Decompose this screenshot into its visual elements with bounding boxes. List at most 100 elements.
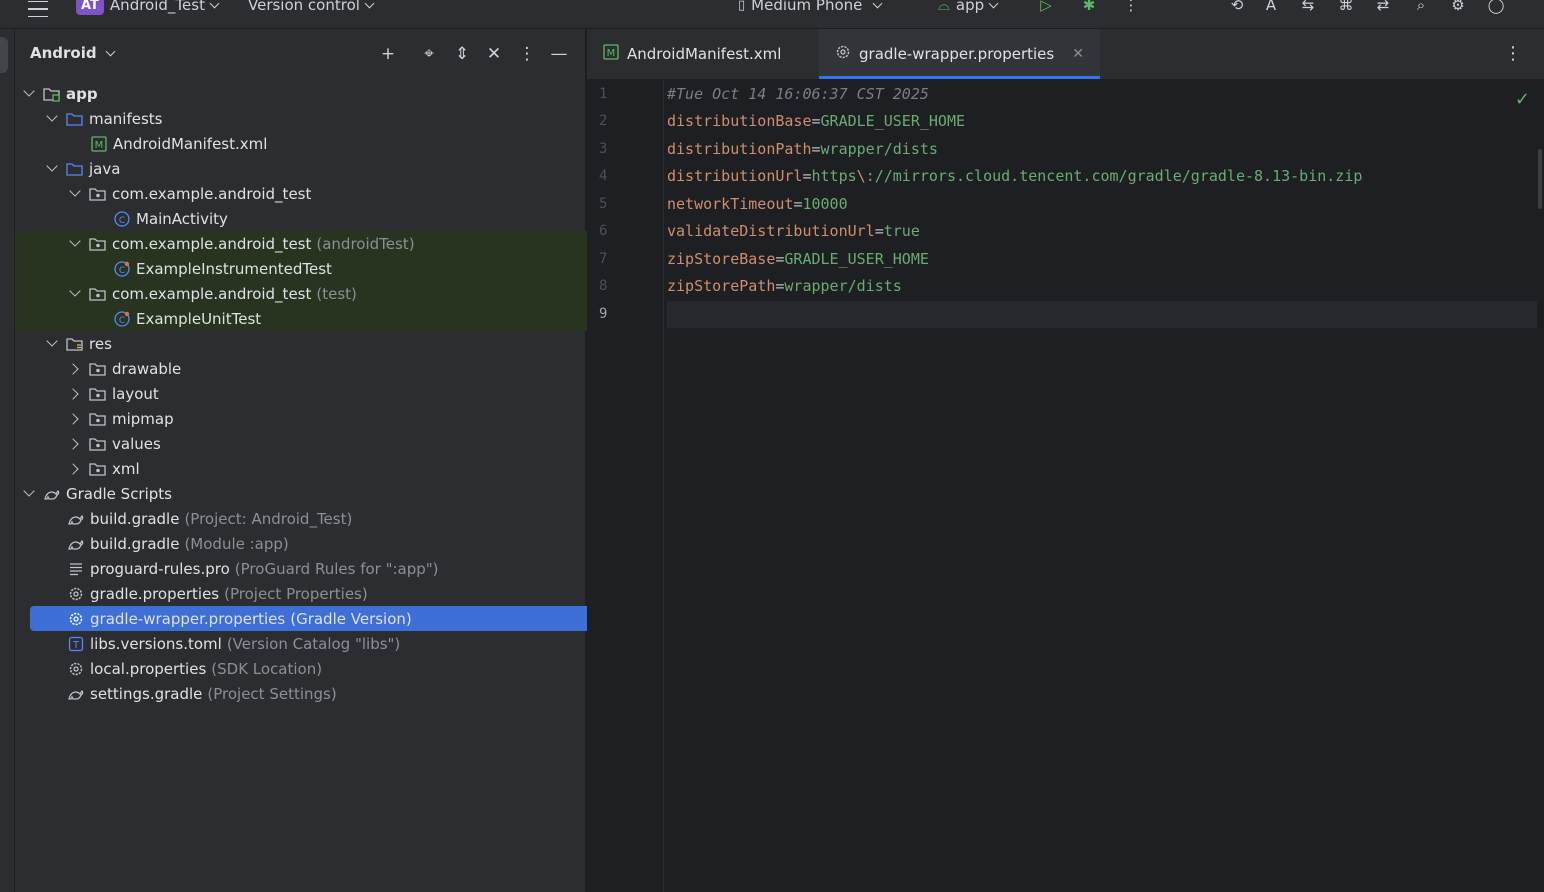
code-line[interactable]: distributionPath=wrapper/dists [667, 136, 1537, 163]
tree-item-local-properties[interactable]: local.properties (SDK Location) [15, 656, 637, 681]
svg-text:C: C [119, 316, 125, 326]
tree-item-layout[interactable]: layout [15, 381, 637, 406]
chevron-right-icon[interactable] [67, 386, 83, 402]
tree-item-example-unit-test[interactable]: C ExampleUnitTest [15, 306, 683, 331]
tree-item-android-manifest[interactable]: M AndroidManifest.xml [15, 131, 660, 156]
tree-item-label: xml [112, 459, 140, 478]
tree-item-example-instrumented-test[interactable]: C ExampleInstrumentedTest [15, 256, 683, 281]
debug-icon[interactable]: ✱ [1079, 0, 1099, 14]
apply-changes-icon[interactable]: ⟲ [1227, 0, 1247, 14]
sync-icon[interactable]: ⇆ [1298, 0, 1318, 14]
tree-item-xml[interactable]: xml [15, 456, 637, 481]
tree-item-package-android-test[interactable]: com.example.android_test (androidTest) [15, 231, 637, 256]
tree-item-proguard-rules[interactable]: proguard-rules.pro (ProGuard Rules for "… [15, 556, 637, 581]
editor-scrollbar[interactable] [1538, 149, 1542, 209]
code-line[interactable]: zipStorePath=wrapper/dists [667, 273, 1537, 300]
tab-android-manifest[interactable]: M AndroidManifest.xml [587, 29, 797, 79]
chevron-right-icon[interactable] [67, 411, 83, 427]
tree-item-hint: (Version Catalog "libs") [226, 634, 401, 653]
search-icon[interactable]: ⌕ [1411, 0, 1431, 14]
chevron-right-icon[interactable] [67, 361, 83, 377]
code-line[interactable]: zipStoreBase=GRADLE_USER_HOME [667, 246, 1537, 273]
chevron-down-icon[interactable] [21, 86, 37, 102]
chevron-right-icon[interactable] [67, 436, 83, 452]
tree-item-mipmap[interactable]: mipmap [15, 406, 637, 431]
main-menu-button[interactable] [28, 0, 52, 20]
line-number: 1 [599, 86, 608, 102]
more-tabs-icon[interactable]: ⋮ [1504, 43, 1522, 64]
no-problems-check-icon[interactable]: ✓ [1515, 89, 1530, 110]
chevron-down-icon[interactable] [67, 186, 83, 202]
project-tool-button[interactable] [0, 37, 8, 73]
chevron-right-icon[interactable] [67, 461, 83, 477]
tree-item-gradle-wrapper-properties[interactable]: gradle-wrapper.properties (Gradle Versio… [30, 606, 622, 631]
chevron-down-icon[interactable] [44, 161, 60, 177]
tree-item-main-activity[interactable]: C MainActivity [15, 206, 683, 231]
tab-gradle-wrapper-properties[interactable]: gradle-wrapper.properties ✕ [819, 29, 1100, 79]
code-line[interactable]: #Tue Oct 14 16:06:37 CST 2025 [667, 81, 1537, 108]
folder-icon [66, 110, 84, 128]
chevron-down-icon[interactable] [44, 336, 60, 352]
code-line[interactable]: distributionUrl=https\://mirrors.cloud.t… [667, 163, 1537, 190]
code-line-current[interactable] [667, 301, 1537, 328]
tree-item-label: settings.gradle [90, 684, 203, 703]
chevron-down-icon[interactable] [67, 286, 83, 302]
chevron-down-icon [364, 0, 375, 8]
tree-item-hint: (Project: Android_Test) [184, 509, 353, 528]
main-toolbar: AT Android_Test Version control ▯ Medium… [0, 0, 1544, 29]
chevron-down-icon [105, 46, 116, 56]
run-icon[interactable]: ▷ [1036, 0, 1056, 14]
chevron-down-icon[interactable] [44, 111, 60, 127]
tree-item-package-test[interactable]: com.example.android_test (test) [15, 281, 637, 306]
tree-item-manifests[interactable]: manifests [15, 106, 614, 131]
tree-item-build-gradle-project[interactable]: build.gradle (Project: Android_Test) [15, 506, 637, 531]
tree-item-hint: (Module :app) [184, 534, 289, 553]
line-number: 5 [599, 196, 608, 212]
profiler-icon[interactable]: ⌘ [1336, 0, 1356, 14]
project-switcher[interactable]: AT Android_Test [76, 0, 220, 16]
property-value: https [811, 167, 857, 185]
tree-item-gradle-scripts[interactable]: Gradle Scripts [15, 481, 591, 506]
tree-item-drawable[interactable]: drawable [15, 356, 637, 381]
tree-item-app[interactable]: app [15, 81, 591, 106]
tree-item-label: libs.versions.toml [90, 634, 222, 653]
add-icon[interactable]: + [377, 43, 399, 65]
tree-item-values[interactable]: values [15, 431, 637, 456]
code-line[interactable]: validateDistributionUrl=true [667, 218, 1537, 245]
tree-item-libs-versions-toml[interactable]: T libs.versions.toml (Version Catalog "l… [15, 631, 637, 656]
collapse-all-icon[interactable]: ✕ [483, 43, 505, 65]
tree-item-package-main[interactable]: com.example.android_test [15, 181, 637, 206]
more-actions-icon[interactable]: ⋮ [1121, 0, 1141, 14]
project-view-selector[interactable]: Android [30, 44, 116, 62]
property-value: wrapper/dists [784, 277, 902, 295]
tree-item-build-gradle-module[interactable]: build.gradle (Module :app) [15, 531, 637, 556]
chevron-down-icon [209, 0, 220, 8]
tree-item-label: Gradle Scripts [66, 484, 172, 503]
code-line[interactable]: networkTimeout=10000 [667, 191, 1537, 218]
tree-item-gradle-properties[interactable]: gradle.properties (Project Properties) [15, 581, 637, 606]
tree-item-settings-gradle[interactable]: settings.gradle (Project Settings) [15, 681, 637, 706]
chevron-down-icon[interactable] [21, 486, 37, 502]
tree-item-java[interactable]: java [15, 156, 614, 181]
chevron-down-icon[interactable] [67, 236, 83, 252]
code-line[interactable]: distributionBase=GRADLE_USER_HOME [667, 108, 1537, 135]
vcs-menu[interactable]: Version control [248, 0, 375, 16]
device-selector[interactable]: ▯ Medium Phone [738, 0, 883, 16]
tree-item-hint: (Gradle Version) [290, 609, 412, 628]
locate-file-icon[interactable]: ⌖ [418, 43, 440, 65]
account-icon[interactable]: ◯ [1486, 0, 1506, 14]
options-icon[interactable]: ⋮ [516, 43, 538, 65]
settings-icon[interactable]: ⚙ [1448, 0, 1468, 14]
tree-item-res[interactable]: res [15, 331, 614, 356]
vcs-label: Version control [248, 0, 360, 14]
run-config-selector[interactable]: ⌓ app [938, 0, 999, 16]
hide-panel-icon[interactable]: — [548, 43, 570, 65]
project-panel-header: Android + ⌖ ⇕ ✕ ⋮ — [15, 29, 585, 79]
expand-all-icon[interactable]: ⇕ [451, 43, 473, 65]
translate-icon[interactable]: Ā [1261, 0, 1281, 14]
close-tab-icon[interactable]: ✕ [1072, 46, 1084, 62]
device-manager-icon[interactable]: ⇄ [1373, 0, 1393, 14]
package-icon [89, 235, 107, 253]
settings-file-icon [67, 660, 85, 678]
editor-tabs: M AndroidManifest.xml gradle-wrapper.pro… [587, 29, 1544, 80]
